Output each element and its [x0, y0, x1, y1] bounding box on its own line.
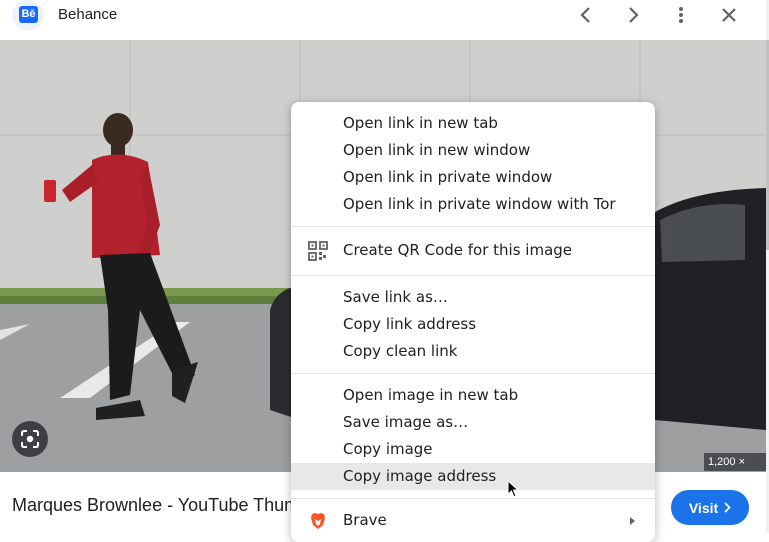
menu-item-label: Create QR Code for this image [343, 241, 573, 259]
menu-item-brave-submenu[interactable]: Brave [291, 507, 655, 534]
chevron-left-icon [580, 7, 590, 23]
menu-item-label: Open link in new window [343, 141, 531, 159]
visit-button-label: Visit [688, 499, 719, 516]
menu-item-label: Brave [343, 511, 387, 529]
close-button[interactable] [716, 2, 742, 28]
visit-button[interactable]: Visit [671, 490, 749, 525]
menu-item-label: Open link in private window [343, 168, 553, 186]
menu-item-open-image-new-tab[interactable]: Open image in new tab [291, 382, 655, 409]
top-bar: Bē Behance [0, 0, 769, 40]
menu-item-label: Copy clean link [343, 342, 458, 360]
image-dimensions-badge: 1,200 × 675 [704, 453, 769, 486]
menu-item-copy-clean-link[interactable]: Copy clean link [291, 338, 655, 365]
menu-separator [291, 226, 655, 227]
close-icon [722, 8, 736, 22]
google-lens-button[interactable] [12, 421, 48, 457]
menu-item-create-qr-code[interactable]: Create QR Code for this image [291, 237, 655, 264]
menu-item-save-link-as[interactable]: Save link as… [291, 284, 655, 311]
menu-item-copy-image[interactable]: Copy image [291, 436, 655, 463]
menu-separator [291, 373, 655, 374]
previous-button[interactable] [573, 2, 599, 28]
lens-icon [21, 430, 39, 448]
menu-separator [291, 275, 655, 276]
site-name: Behance [58, 6, 118, 23]
menu-item-open-link-new-window[interactable]: Open link in new window [291, 137, 655, 164]
chevron-right-icon [724, 502, 731, 513]
menu-item-open-link-private-tor[interactable]: Open link in private window with Tor [291, 191, 655, 218]
menu-item-copy-image-address[interactable]: Copy image address [291, 463, 655, 490]
menu-item-label: Copy link address [343, 315, 477, 333]
menu-item-label: Save image as… [343, 413, 469, 431]
more-vert-icon [679, 7, 683, 23]
menu-item-copy-link-address[interactable]: Copy link address [291, 311, 655, 338]
mouse-cursor-icon [507, 480, 519, 498]
menu-separator [291, 498, 655, 499]
submenu-arrow-icon [630, 517, 635, 525]
behance-logo: Bē [12, 0, 44, 30]
menu-item-open-link-new-tab[interactable]: Open link in new tab [291, 110, 655, 137]
chevron-right-icon [629, 7, 639, 23]
menu-item-open-link-private-window[interactable]: Open link in private window [291, 164, 655, 191]
menu-item-save-image-as[interactable]: Save image as… [291, 409, 655, 436]
menu-item-label: Save link as… [343, 288, 448, 306]
image-title[interactable]: Marques Brownlee - YouTube Thum [12, 495, 292, 516]
next-button[interactable] [620, 2, 646, 28]
brave-lion-icon [311, 513, 325, 529]
menu-item-label: Open image in new tab [343, 386, 519, 404]
qr-code-icon [308, 241, 328, 261]
context-menu: Open link in new tab Open link in new wi… [291, 102, 655, 542]
menu-item-label: Copy image [343, 440, 433, 458]
menu-item-label: Open link in private window with Tor [343, 195, 616, 213]
more-options-button[interactable] [668, 2, 694, 28]
behance-logo-mark: Bē [19, 6, 38, 23]
menu-item-label: Open link in new tab [343, 114, 498, 132]
menu-item-label: Copy image address [343, 467, 497, 485]
